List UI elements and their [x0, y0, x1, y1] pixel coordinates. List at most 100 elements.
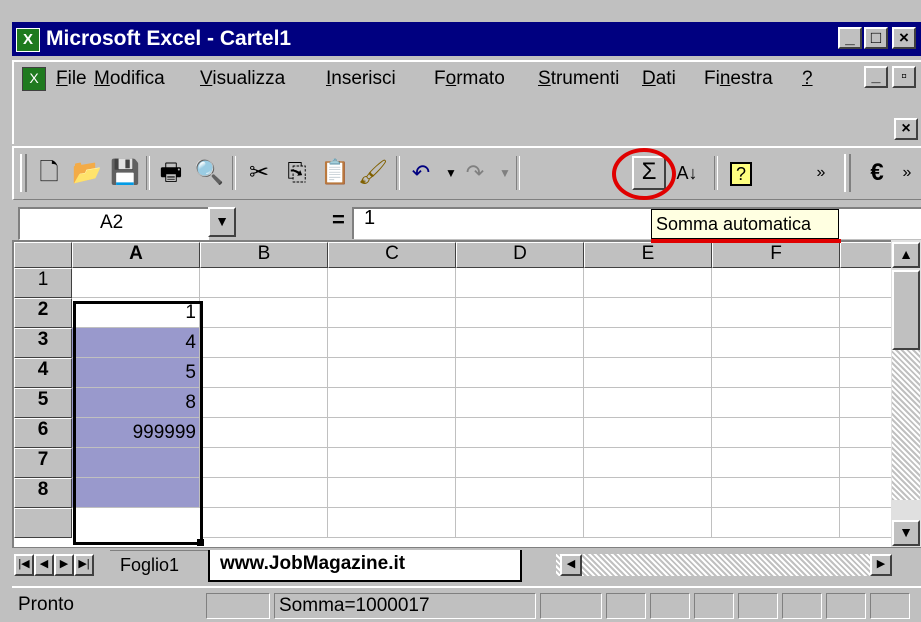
- vertical-scroll-track[interactable]: [892, 350, 920, 500]
- name-box[interactable]: A2: [18, 207, 209, 240]
- column-c-cells[interactable]: [328, 268, 456, 538]
- cell-a5[interactable]: 8: [72, 388, 200, 418]
- formula-equals-label: =: [332, 207, 345, 232]
- help-button[interactable]: ?: [724, 156, 758, 190]
- cell-a6[interactable]: 999999: [72, 418, 200, 448]
- status-mode: Pronto: [18, 594, 74, 615]
- doc-close-button[interactable]: ×: [894, 118, 918, 140]
- menu-dati[interactable]: Dati: [642, 68, 676, 90]
- fill-handle[interactable]: [197, 539, 204, 546]
- column-header-d[interactable]: D: [456, 242, 584, 268]
- toolbar-separator: [714, 156, 718, 190]
- more-buttons-icon[interactable]: »: [890, 156, 921, 190]
- format-painter-icon[interactable]: 🖌: [356, 156, 390, 190]
- column-header-e[interactable]: E: [584, 242, 712, 268]
- row-header-9[interactable]: [14, 508, 72, 538]
- sheet-tab-jobmagazine[interactable]: www.JobMagazine.it: [208, 550, 522, 582]
- column-header-g[interactable]: [840, 242, 891, 268]
- cell-a3[interactable]: 4: [72, 328, 200, 358]
- last-sheet-icon[interactable]: ▶|: [74, 554, 94, 576]
- column-f-cells[interactable]: [712, 268, 840, 538]
- workbook-icon[interactable]: X: [22, 67, 46, 91]
- undo-icon[interactable]: ↶: [404, 156, 438, 190]
- menu-formato[interactable]: Formato: [434, 68, 505, 90]
- status-panel: [206, 593, 270, 619]
- menu-modifica[interactable]: Modifica: [94, 68, 165, 90]
- close-button[interactable]: ×: [892, 27, 916, 49]
- cell-a8[interactable]: [72, 478, 200, 508]
- column-e-cells[interactable]: [584, 268, 712, 538]
- scroll-left-icon[interactable]: ◀: [560, 554, 582, 576]
- new-document-icon[interactable]: 🗋: [32, 156, 66, 190]
- autosum-tooltip: Somma automatica: [651, 209, 839, 239]
- column-header-b[interactable]: B: [200, 242, 328, 268]
- column-header-a[interactable]: A: [72, 242, 200, 268]
- status-panel: [650, 593, 690, 619]
- column-header-f[interactable]: F: [712, 242, 840, 268]
- menu-visualizza[interactable]: Visualizza: [200, 68, 285, 90]
- name-box-dropdown-icon[interactable]: ▼: [208, 207, 236, 237]
- window-title: Microsoft Excel - Cartel1: [46, 27, 292, 50]
- maximize-button[interactable]: □: [864, 27, 888, 49]
- cell-a7[interactable]: [72, 448, 200, 478]
- open-folder-icon[interactable]: 📂: [70, 156, 104, 190]
- print-preview-icon[interactable]: 🔍: [192, 156, 226, 190]
- redo-icon[interactable]: ↷: [458, 156, 492, 190]
- column-g-cells[interactable]: [840, 268, 891, 538]
- scroll-right-icon[interactable]: ▶: [870, 554, 892, 576]
- worksheet-grid[interactable]: A B C D E F 1 2 3 4 5 6 7 8 1 4 5 8 9999…: [12, 240, 891, 547]
- cell-a1[interactable]: [72, 268, 200, 298]
- more-buttons-icon[interactable]: »: [804, 156, 838, 190]
- status-panel: [782, 593, 822, 619]
- row-header-2[interactable]: 2: [14, 298, 72, 328]
- next-sheet-icon[interactable]: ▶: [54, 554, 74, 576]
- column-header-c[interactable]: C: [328, 242, 456, 268]
- resize-grip[interactable]: [870, 593, 910, 619]
- annotation-underline: [651, 239, 841, 243]
- row-header-5[interactable]: 5: [14, 388, 72, 418]
- prev-sheet-icon[interactable]: ◀: [34, 554, 54, 576]
- select-all-corner[interactable]: [14, 242, 72, 268]
- formula-value: 1: [364, 207, 376, 229]
- status-sum: Somma=1000017: [274, 593, 536, 619]
- euro-icon: €: [870, 159, 884, 186]
- cut-icon[interactable]: ✂: [242, 156, 276, 190]
- vertical-scrollbar[interactable]: ▲ ▼: [891, 240, 921, 547]
- cell-a4[interactable]: 5: [72, 358, 200, 388]
- standard-toolbar: 🗋 📂 💾 🖶 🔍 ✂ ⎘ 📋 🖌 ↶ ▼ ↷ ▼ Σ A↓ ? » € »: [12, 146, 921, 200]
- scroll-up-icon[interactable]: ▲: [892, 242, 920, 268]
- row-header-6[interactable]: 6: [14, 418, 72, 448]
- menu-inserisci[interactable]: Inserisci: [326, 68, 396, 90]
- excel-app-icon[interactable]: X: [16, 28, 40, 52]
- print-icon[interactable]: 🖶: [154, 156, 188, 190]
- title-bar: X Microsoft Excel - Cartel1 _ □ ×: [12, 22, 921, 56]
- horizontal-scroll-track[interactable]: [556, 554, 892, 576]
- row-header-1[interactable]: 1: [14, 268, 72, 298]
- menu-help[interactable]: ?: [802, 68, 813, 90]
- toolbar-separator: [232, 156, 236, 190]
- menu-bar: X File Modifica Visualizza Inserisci For…: [12, 60, 921, 144]
- cell-a2[interactable]: 1: [72, 298, 200, 328]
- scroll-down-icon[interactable]: ▼: [892, 520, 920, 546]
- euro-button[interactable]: €: [860, 156, 894, 190]
- toolbar-grip[interactable]: [20, 154, 27, 192]
- row-header-4[interactable]: 4: [14, 358, 72, 388]
- copy-icon[interactable]: ⎘: [280, 156, 314, 190]
- toolbar-grip[interactable]: [844, 154, 851, 192]
- paste-icon[interactable]: 📋: [318, 156, 352, 190]
- first-sheet-icon[interactable]: |◀: [14, 554, 34, 576]
- save-icon[interactable]: 💾: [108, 156, 142, 190]
- row-header-3[interactable]: 3: [14, 328, 72, 358]
- column-b-cells[interactable]: [200, 268, 328, 538]
- vertical-scroll-thumb[interactable]: [892, 270, 920, 350]
- column-d-cells[interactable]: [456, 268, 584, 538]
- doc-minimize-button[interactable]: _: [864, 66, 888, 88]
- menu-file[interactable]: File: [56, 68, 87, 90]
- row-header-8[interactable]: 8: [14, 478, 72, 508]
- menu-strumenti[interactable]: Strumenti: [538, 68, 619, 90]
- menu-finestra[interactable]: Finestra: [704, 68, 773, 90]
- minimize-button[interactable]: _: [838, 27, 862, 49]
- doc-restore-button[interactable]: ▫: [892, 66, 916, 88]
- row-header-7[interactable]: 7: [14, 448, 72, 478]
- toolbar-separator: [396, 156, 400, 190]
